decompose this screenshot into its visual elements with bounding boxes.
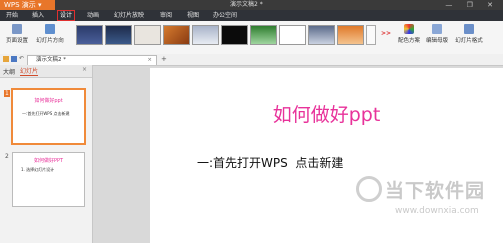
new-tab-button[interactable]: + bbox=[161, 55, 167, 63]
slide-panel-tabs: 大纲 幻灯片 × bbox=[0, 65, 92, 78]
ribbon-tab-bar: 开始 插入 设计 动画 幻灯片放映 审阅 视图 办公空间 bbox=[0, 10, 503, 21]
open-folder-icon[interactable] bbox=[3, 56, 9, 62]
slide-direction-button[interactable]: 幻灯片方向 bbox=[33, 24, 67, 44]
slide-format-icon bbox=[464, 24, 474, 34]
theme-gallery-scroll[interactable] bbox=[366, 25, 376, 45]
slide-body-text[interactable]: 一:首先打开WPS 点击新建 bbox=[197, 154, 343, 171]
slide-title[interactable]: 如何做好ppt bbox=[150, 100, 503, 127]
tab-view[interactable]: 视图 bbox=[187, 10, 199, 21]
slide-format-label: 幻灯片格式 bbox=[455, 38, 483, 44]
slide-canvas[interactable]: 如何做好ppt 一:首先打开WPS 点击新建 bbox=[150, 68, 503, 243]
theme-thumbnail[interactable] bbox=[279, 25, 306, 45]
app-name: WPS 演示 bbox=[4, 1, 36, 9]
tab-animation[interactable]: 动画 bbox=[87, 10, 99, 21]
theme-thumbnail[interactable] bbox=[134, 25, 161, 45]
tab-slides[interactable]: 幻灯片 bbox=[20, 66, 39, 76]
tab-office-space[interactable]: 办公空间 bbox=[213, 10, 237, 21]
slide-direction-label: 幻灯片方向 bbox=[36, 38, 64, 44]
tab-design[interactable]: 设计 bbox=[57, 10, 75, 21]
close-panel-icon[interactable]: × bbox=[82, 66, 87, 73]
more-themes-button[interactable]: >> bbox=[381, 30, 391, 37]
tab-insert[interactable]: 插入 bbox=[32, 10, 44, 21]
app-menu-button[interactable]: WPS 演示 ▾ bbox=[0, 0, 55, 10]
thumbnail-body: 一:首先打开WPS 点击新建 bbox=[22, 111, 70, 116]
ribbon: 页面设置 幻灯片方向 >> 配色方案 编辑母版 幻灯片格式 bbox=[0, 21, 503, 55]
theme-thumbnail[interactable] bbox=[76, 25, 103, 45]
theme-thumbnail[interactable] bbox=[105, 25, 132, 45]
chevron-down-icon: ▾ bbox=[38, 1, 42, 9]
undo-icon[interactable]: ↶ bbox=[19, 55, 24, 62]
document-tab-label: 演示文稿2 * bbox=[36, 57, 66, 63]
theme-thumbnail[interactable] bbox=[250, 25, 277, 45]
master-icon bbox=[432, 24, 442, 34]
thumbnail-title: 如何做好ppt bbox=[34, 98, 63, 104]
theme-thumbnail[interactable] bbox=[163, 25, 190, 45]
window-title: 演示文稿2 * bbox=[230, 1, 263, 8]
document-tab[interactable]: 演示文稿2 * × bbox=[27, 55, 157, 65]
window-controls[interactable]: — ❐ ✕ bbox=[445, 0, 499, 10]
watermark-logo-icon bbox=[356, 176, 382, 202]
tab-slideshow[interactable]: 幻灯片放映 bbox=[114, 10, 144, 21]
theme-thumbnail[interactable] bbox=[221, 25, 248, 45]
palette-icon bbox=[404, 24, 414, 34]
slide-thumbnail-1[interactable]: 如何做好ppt 一:首先打开WPS 点击新建 bbox=[11, 88, 86, 145]
tab-outline[interactable]: 大纲 bbox=[3, 67, 15, 76]
theme-thumbnail[interactable] bbox=[192, 25, 219, 45]
page-setup-button[interactable]: 页面设置 bbox=[4, 24, 30, 44]
slide-number: 1 bbox=[4, 90, 10, 97]
edit-master-button[interactable]: 编辑母版 bbox=[424, 24, 450, 44]
page-setup-icon bbox=[12, 24, 22, 34]
edit-master-label: 编辑母版 bbox=[425, 38, 448, 44]
color-scheme-label: 配色方案 bbox=[397, 38, 420, 44]
tab-home[interactable]: 开始 bbox=[6, 10, 18, 21]
page-setup-label: 页面设置 bbox=[5, 38, 28, 44]
slide-format-button[interactable]: 幻灯片格式 bbox=[452, 24, 486, 44]
slide-thumbnail-2[interactable]: 如何做好PPT 1. 选择幻灯片设计 bbox=[12, 152, 85, 207]
slide-direction-icon bbox=[45, 24, 55, 34]
color-scheme-button[interactable]: 配色方案 bbox=[396, 24, 422, 44]
watermark-name: 当下软件园 bbox=[385, 180, 486, 202]
tab-review[interactable]: 审阅 bbox=[160, 10, 172, 21]
watermark-url: www.downxia.com bbox=[395, 206, 479, 216]
theme-thumbnail[interactable] bbox=[337, 25, 364, 45]
theme-thumbnail[interactable] bbox=[308, 25, 335, 45]
thumbnail-title: 如何做好PPT bbox=[33, 158, 64, 164]
save-icon[interactable] bbox=[11, 56, 17, 62]
slide-number: 2 bbox=[5, 153, 9, 160]
close-tab-icon[interactable]: × bbox=[147, 56, 152, 65]
thumbnail-body: 1. 选择幻灯片设计 bbox=[21, 167, 55, 172]
